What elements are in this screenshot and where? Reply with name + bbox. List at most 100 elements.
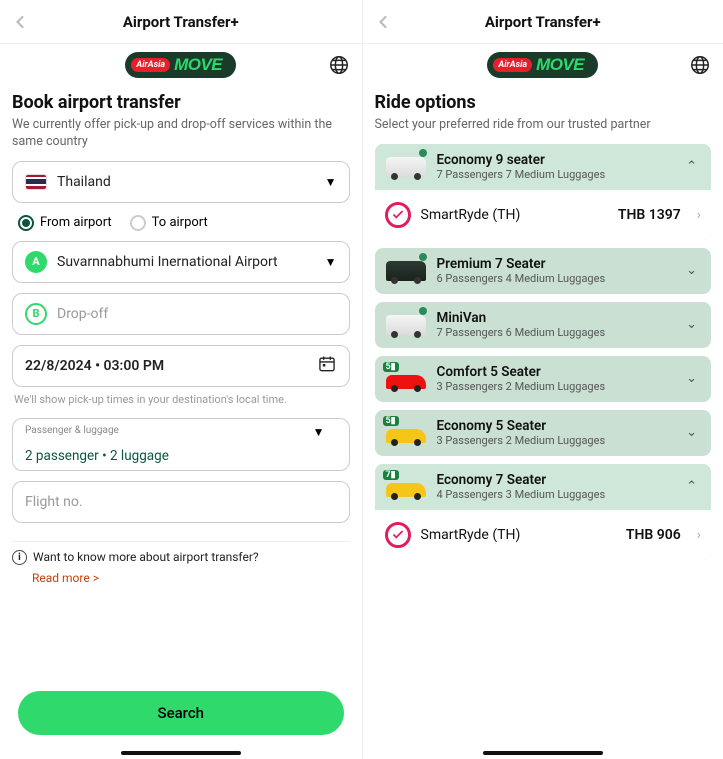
status-dot — [419, 253, 427, 261]
ride-subtitle: 6 Passengers 4 Medium Luggages — [437, 272, 673, 285]
vehicle-icon: 7▮ — [385, 472, 427, 502]
ride-option: Premium 7 Seater6 Passengers 4 Medium Lu… — [375, 248, 712, 294]
time-hint: We'll show pick-up times in your destina… — [14, 393, 350, 406]
globe-icon — [328, 54, 350, 76]
pax-value: 2 passenger • 2 luggage — [25, 448, 169, 464]
status-dot — [419, 307, 427, 315]
vehicle-icon — [385, 256, 427, 286]
ride-subtitle: 3 Passengers 2 Medium Luggages — [437, 434, 673, 447]
calendar-icon — [317, 354, 337, 378]
capacity-badge: 5▮ — [383, 362, 399, 372]
page-title: Book airport transfer — [12, 92, 350, 113]
ride-option: 5▮ Comfort 5 Seater3 Passengers 2 Medium … — [375, 356, 712, 402]
page-title: Ride options — [375, 92, 712, 113]
status-dot — [419, 149, 427, 157]
radio-to-label: To airport — [152, 215, 208, 230]
chevron-left-icon — [373, 12, 393, 32]
brand-row: AirAsia MOVE — [363, 44, 723, 86]
ride-subtitle: 4 Passengers 3 Medium Luggages — [437, 488, 673, 501]
ride-name: Comfort 5 Seater — [437, 364, 673, 380]
home-indicator — [483, 751, 603, 755]
brand-move: MOVE — [536, 55, 584, 75]
page-subtitle: We currently offer pick-up and drop-off … — [12, 117, 350, 151]
chevron-down-icon: ▼ — [325, 175, 337, 189]
page-header-title: Airport Transfer+ — [34, 13, 328, 31]
ride-provider-row[interactable]: SmartRyde (TH) THB 906 › — [375, 510, 712, 560]
vehicle-icon — [385, 310, 427, 340]
provider-name: SmartRyde (TH) — [421, 207, 521, 223]
info-icon: i — [12, 550, 27, 565]
language-button[interactable] — [328, 54, 350, 76]
back-button[interactable] — [10, 12, 34, 32]
country-value: Thailand — [57, 174, 111, 190]
provider-price: THB 906 — [626, 527, 681, 543]
flight-number-input[interactable]: Flight no. — [12, 481, 350, 523]
chevron-right-icon: › — [697, 527, 701, 543]
chevron-down-icon: ⌄ — [682, 367, 701, 390]
ride-option-header[interactable]: 7▮ Economy 7 Seater4 Passengers 3 Medium … — [375, 464, 712, 510]
ride-option: 5▮ Economy 5 Seater3 Passengers 2 Medium … — [375, 410, 712, 456]
ride-option-header[interactable]: 5▮ Economy 5 Seater3 Passengers 2 Medium … — [375, 410, 712, 456]
flight-placeholder: Flight no. — [25, 494, 83, 510]
capacity-badge: 5▮ — [383, 416, 399, 426]
chevron-down-icon: ▼ — [313, 425, 325, 439]
vehicle-icon — [385, 152, 427, 182]
info-text: Want to know more about airport transfer… — [33, 550, 259, 564]
pax-luggage-select[interactable]: Passenger & luggage 2 passenger • 2 lugg… — [12, 418, 350, 471]
radio-off-icon — [130, 215, 146, 231]
chevron-down-icon: ⌄ — [682, 313, 701, 336]
ride-subtitle: 7 Passengers 7 Medium Luggages — [437, 168, 673, 181]
dropoff-placeholder: Drop-off — [57, 306, 108, 322]
provider-name: SmartRyde (TH) — [421, 527, 521, 543]
ride-name: Premium 7 Seater — [437, 256, 673, 272]
ride-option-header[interactable]: Economy 9 seater7 Passengers 7 Medium Lu… — [375, 144, 712, 190]
screen-ride-options: Airport Transfer+ AirAsia MOVE Ride opti… — [362, 0, 723, 759]
radio-to-airport[interactable]: To airport — [130, 215, 208, 231]
radio-from-label: From airport — [40, 215, 112, 230]
ride-name: Economy 9 seater — [437, 152, 673, 168]
provider-logo-icon — [385, 522, 411, 548]
vehicle-icon: 5▮ — [385, 364, 427, 394]
brand-logo: AirAsia MOVE — [487, 52, 598, 78]
ride-option-header[interactable]: Premium 7 Seater6 Passengers 4 Medium Lu… — [375, 248, 712, 294]
divider — [12, 541, 350, 542]
ride-option-header[interactable]: 5▮ Comfort 5 Seater3 Passengers 2 Medium … — [375, 356, 712, 402]
country-select[interactable]: Thailand ▼ — [12, 161, 350, 203]
ride-option-header[interactable]: MiniVan7 Passengers 6 Medium Luggages⌄ — [375, 302, 712, 348]
topbar: Airport Transfer+ — [0, 0, 362, 44]
readmore-link[interactable]: Read more > — [32, 571, 350, 585]
chevron-up-icon: ⌃ — [682, 475, 701, 498]
brand-logo: AirAsia MOVE — [125, 52, 236, 78]
chevron-down-icon: ⌄ — [682, 259, 701, 282]
ride-subtitle: 3 Passengers 2 Medium Luggages — [437, 380, 673, 393]
flag-thailand-icon — [25, 174, 47, 190]
brand-airasia: AirAsia — [493, 58, 532, 72]
chevron-left-icon — [10, 12, 30, 32]
capacity-badge: 7▮ — [383, 470, 399, 480]
ride-name: Economy 7 Seater — [437, 472, 673, 488]
topbar: Airport Transfer+ — [363, 0, 723, 44]
page-header-title: Airport Transfer+ — [397, 13, 690, 31]
location-b-badge: B — [25, 303, 47, 325]
back-button[interactable] — [373, 12, 397, 32]
search-button[interactable]: Search — [18, 691, 344, 735]
radio-on-icon — [18, 215, 34, 231]
datetime-select[interactable]: 22/8/2024 • 03:00 PM — [12, 345, 350, 387]
pickup-value: Suvarnnabhumi Inernational Airport — [57, 254, 278, 270]
language-button[interactable] — [689, 54, 711, 76]
chevron-down-icon: ▼ — [325, 255, 337, 269]
dropoff-select[interactable]: B Drop-off — [12, 293, 350, 335]
ride-provider-row[interactable]: SmartRyde (TH)THB 1397› — [375, 190, 712, 240]
location-a-badge: A — [25, 251, 47, 273]
brand-row: AirAsia MOVE — [0, 44, 362, 86]
home-indicator — [121, 751, 241, 755]
info-row: i Want to know more about airport transf… — [12, 550, 350, 565]
pickup-select[interactable]: A Suvarnnabhumi Inernational Airport ▼ — [12, 241, 350, 283]
vehicle-icon: 5▮ — [385, 418, 427, 448]
provider-price: THB 1397 — [618, 207, 681, 223]
provider-logo-icon — [385, 202, 411, 228]
brand-move: MOVE — [174, 55, 222, 75]
ride-name: Economy 5 Seater — [437, 418, 673, 434]
globe-icon — [689, 54, 711, 76]
radio-from-airport[interactable]: From airport — [18, 215, 112, 231]
